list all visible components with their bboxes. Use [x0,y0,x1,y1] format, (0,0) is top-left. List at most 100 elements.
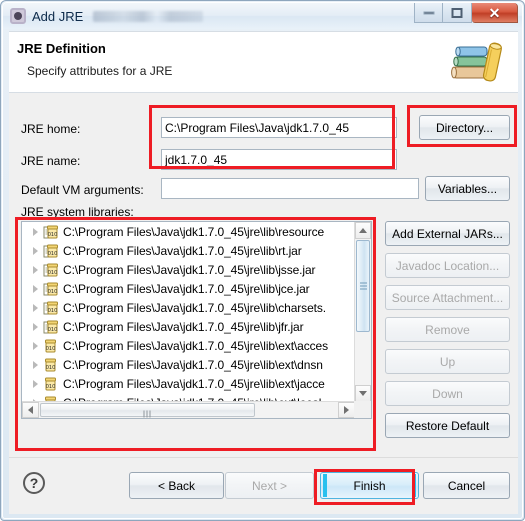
scroll-down-button[interactable] [355,385,371,402]
expand-triangle-icon[interactable] [30,340,41,351]
jre-name-input[interactable] [161,149,397,170]
button-label: Down [432,386,463,401]
horizontal-scrollbar-thumb[interactable] [40,403,255,418]
finish-button-label: Finish [353,478,386,493]
jre-system-libraries-list[interactable]: 010 C:\Program Files\Java\jdk1.7.0_45\jre… [21,221,372,419]
library-list-item[interactable]: 010 C:\Program Files\Java\jdk1.7.0_45\jre… [22,317,355,336]
library-list-item[interactable]: 010 C:\Program Files\Java\jdk1.7.0_45\jre… [22,298,355,317]
expand-triangle-icon[interactable] [30,321,41,332]
jar-doc-icon: 010 [43,300,59,316]
variables-button[interactable]: Variables... [425,176,510,201]
dialog-body: JRE home: Directory... JRE name: Default… [9,93,518,457]
library-path-label: C:\Program Files\Java\jdk1.7.0_45\jre\li… [63,281,310,296]
finish-button[interactable]: Finish [320,472,419,499]
expand-triangle-icon[interactable] [30,264,41,275]
down-button: Down [385,381,510,406]
svg-text:010: 010 [48,251,58,257]
library-list-item[interactable]: 010 C:\Program Files\Java\jdk1.7.0_45\jre… [22,355,355,374]
svg-text:010: 010 [48,289,58,295]
help-icon: ? [29,475,39,491]
expand-triangle-icon[interactable] [30,283,41,294]
scrollbar-grip-icon [360,282,367,290]
chevron-down-icon [359,391,367,396]
up-button: Up [385,349,510,374]
jre-name-label: JRE name: [21,154,81,168]
remove-button: Remove [385,317,510,342]
chevron-left-icon [28,406,33,414]
vertical-scrollbar[interactable] [354,222,371,402]
back-button-label: < Back [157,478,196,493]
button-label: Add External JARs... [392,226,503,241]
cancel-button[interactable]: Cancel [423,472,510,499]
close-icon: ✕ [488,4,501,21]
library-path-label: C:\Program Files\Java\jdk1.7.0_45\jre\li… [63,224,325,239]
jar-doc-icon: 010 [43,319,59,335]
minimize-button[interactable] [414,3,443,23]
help-button[interactable]: ? [23,472,45,494]
variables-button-label: Variables... [437,181,498,196]
dialog-footer: ? < Back Next > Finish Cancel [9,457,518,514]
library-path-label: C:\Program Files\Java\jdk1.7.0_45\jre\li… [63,338,329,353]
title-bar: Add JRE ✕ [3,3,522,29]
horizontal-scrollbar[interactable] [22,401,355,418]
next-button: Next > [225,472,314,499]
wizard-header: JRE Definition Specify attributes for a … [9,31,518,93]
jar-icon: 010 [43,338,59,354]
svg-text:010: 010 [48,270,58,276]
svg-text:010: 010 [48,327,58,333]
library-list-item[interactable]: 010 C:\Program Files\Java\jdk1.7.0_45\jre… [22,279,355,298]
expand-triangle-icon[interactable] [30,359,41,370]
page-subtitle: Specify attributes for a JRE [27,64,173,78]
close-button[interactable]: ✕ [472,3,518,23]
jre-home-label: JRE home: [21,122,81,136]
books-icon [451,42,502,82]
vm-arguments-label: Default VM arguments: [21,183,144,197]
expand-triangle-icon[interactable] [30,226,41,237]
restore-default-button[interactable]: Restore Default [385,413,510,438]
add-external-jars-button[interactable]: Add External JARs... [385,221,510,246]
scroll-right-button[interactable] [338,402,355,418]
window-title: Add JRE [32,8,84,24]
vm-arguments-input[interactable] [161,178,419,199]
svg-text:010: 010 [48,232,58,238]
jar-doc-icon: 010 [43,224,59,240]
library-list-item[interactable]: 010 C:\Program Files\Java\jdk1.7.0_45\jre… [22,336,355,355]
scroll-up-button[interactable] [355,222,371,239]
library-list-item[interactable]: 010 C:\Program Files\Java\jdk1.7.0_45\jre… [22,222,355,241]
library-path-label: C:\Program Files\Java\jdk1.7.0_45\jre\li… [63,243,302,258]
button-label: Restore Default [405,418,490,433]
svg-text:010: 010 [48,308,58,314]
button-label: Source Attachment... [391,290,504,305]
button-label: Remove [425,322,470,337]
page-title: JRE Definition [17,41,106,56]
library-list-viewport: 010 C:\Program Files\Java\jdk1.7.0_45\jre… [22,222,355,402]
jar-doc-icon: 010 [43,243,59,259]
jar-doc-icon: 010 [43,281,59,297]
jre-home-input[interactable] [161,117,397,138]
vertical-scrollbar-thumb[interactable] [356,240,370,332]
title-blurred-text [93,10,204,22]
add-jre-dialog: Add JRE ✕ JRE Definition Specify attribu… [0,0,525,521]
chevron-up-icon [359,228,367,233]
library-list-item[interactable]: 010 C:\Program Files\Java\jdk1.7.0_45\jre… [22,260,355,279]
javadoc-location-button: Javadoc Location... [385,253,510,278]
library-list-item[interactable]: 010 C:\Program Files\Java\jdk1.7.0_45\jre… [22,241,355,260]
library-path-label: C:\Program Files\Java\jdk1.7.0_45\jre\li… [63,357,323,372]
scrollbar-grip-icon [143,407,152,418]
expand-triangle-icon[interactable] [30,245,41,256]
library-path-label: C:\Program Files\Java\jdk1.7.0_45\jre\li… [63,262,316,277]
back-button[interactable]: < Back [129,472,224,499]
jre-system-libraries-label: JRE system libraries: [21,205,134,219]
scrollbar-corner [354,401,371,418]
jre-icon [10,8,26,24]
expand-triangle-icon[interactable] [30,378,41,389]
svg-text:010: 010 [46,384,56,390]
window-controls: ✕ [414,3,522,29]
library-list-item[interactable]: 010 C:\Program Files\Java\jdk1.7.0_45\jre… [22,374,355,393]
directory-button[interactable]: Directory... [419,115,510,140]
library-path-label: C:\Program Files\Java\jdk1.7.0_45\jre\li… [63,300,327,315]
next-button-label: Next > [251,478,287,493]
maximize-button[interactable] [443,3,472,23]
scroll-left-button[interactable] [22,402,39,418]
expand-triangle-icon[interactable] [30,302,41,313]
